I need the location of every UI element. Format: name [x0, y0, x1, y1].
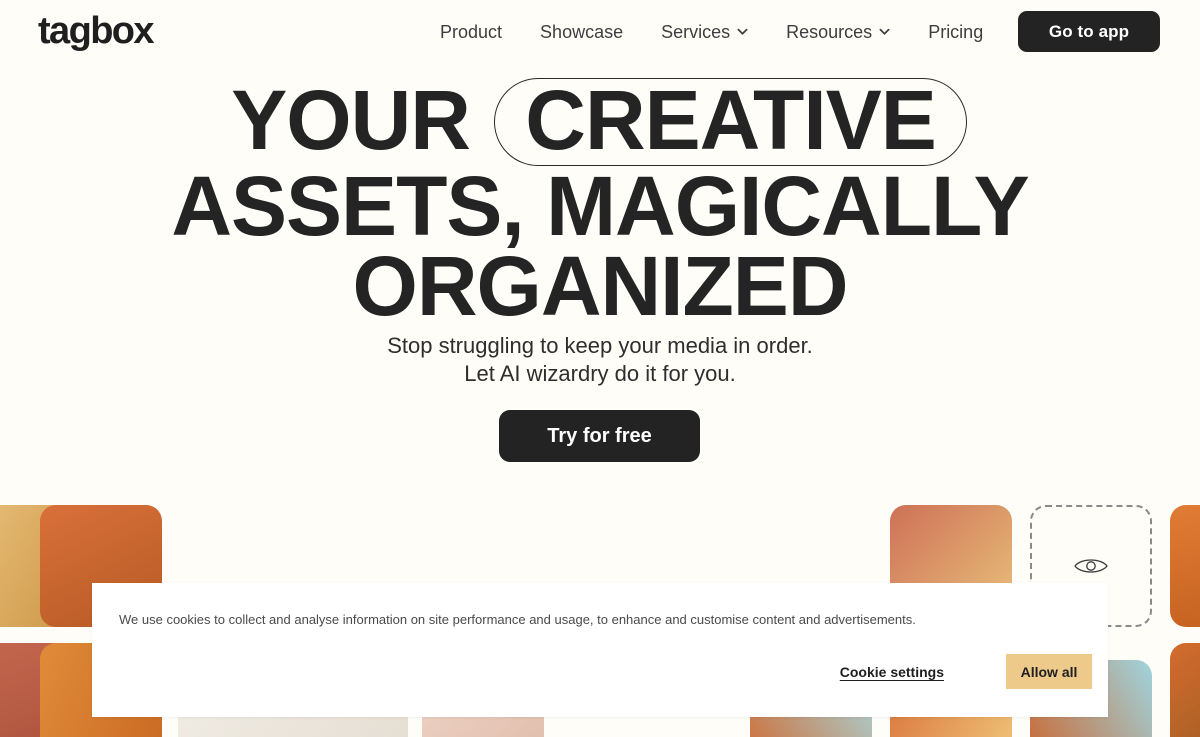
try-for-free-button[interactable]: Try for free [499, 410, 700, 462]
subtitle-line-2: Let AI wizardry do it for you. [464, 361, 736, 386]
nav-label: Showcase [540, 22, 624, 42]
tile-image [1170, 643, 1200, 737]
chevron-down-icon [737, 26, 748, 37]
cookie-settings-link[interactable]: Cookie settings [840, 664, 944, 680]
cookie-message: We use cookies to collect and analyse in… [119, 612, 916, 627]
tile-orange-right[interactable] [1170, 505, 1200, 627]
headline-line-3: ORGANIZED [352, 239, 849, 333]
headline-line-1: YOUR CREATIVE [0, 78, 1200, 166]
chevron-down-icon [879, 26, 890, 37]
cookie-actions: Cookie settings Allow all [840, 654, 1092, 689]
headline-line-2: ASSETS, MAGICALLY [171, 159, 1029, 253]
tile-image [1170, 505, 1200, 627]
nav-label: Services [661, 22, 731, 42]
nav-label: Pricing [928, 22, 984, 42]
headline-highlight-creative: CREATIVE [494, 78, 967, 166]
headline-word-your: YOUR [231, 73, 471, 167]
nav-item-resources[interactable]: Resources [786, 19, 890, 45]
page-title: YOUR CREATIVE ASSETS, MAGICALLY ORGANIZE… [0, 78, 1200, 333]
subtitle-line-1: Stop struggling to keep your media in or… [387, 333, 813, 358]
nav-label: Product [440, 22, 503, 42]
hero-subtitle: Stop struggling to keep your media in or… [0, 332, 1200, 388]
nav-item-services[interactable]: Services [661, 19, 748, 45]
eye-icon [1073, 555, 1109, 577]
nav-item-showcase[interactable]: Showcase [540, 19, 623, 45]
tile-palm-right[interactable] [1170, 643, 1200, 737]
main-navigation: Product Showcase Services Resources Pric… [440, 19, 983, 45]
logo[interactable]: tagbox [38, 10, 155, 52]
go-to-app-button[interactable]: Go to app [1018, 11, 1160, 52]
nav-label: Resources [786, 22, 873, 42]
nav-item-pricing[interactable]: Pricing [928, 19, 983, 45]
nav-item-product[interactable]: Product [440, 19, 502, 45]
cookie-banner: We use cookies to collect and analyse in… [92, 583, 1108, 717]
site-header: tagbox Product Showcase Services Resourc… [0, 0, 1200, 62]
allow-all-button[interactable]: Allow all [1006, 654, 1092, 689]
